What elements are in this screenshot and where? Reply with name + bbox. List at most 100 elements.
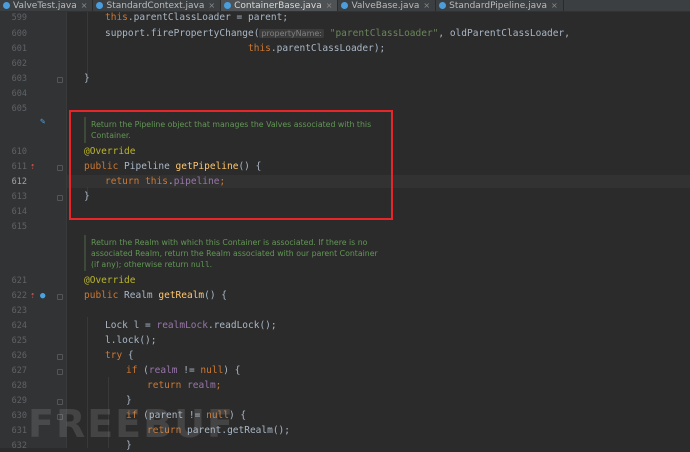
line-number: 630 [11,411,27,421]
line-number: 621 [11,276,27,286]
fold-marker[interactable] [57,195,63,201]
fold-marker[interactable] [57,354,63,360]
line-number: 631 [11,426,27,436]
editor-tab[interactable]: ContainerBase.java × [221,0,339,11]
code-text: support.firePropertyChange( [105,28,260,39]
java-class-file-icon [3,2,10,9]
line-number: 624 [11,321,27,331]
line-number-current: 612 [11,177,27,187]
java-class-file-icon [439,2,447,9]
code-text: .parentClassLoader); [270,43,386,54]
close-icon[interactable]: × [326,1,333,10]
code-text: { [122,350,134,361]
code-line-628: return realm; [147,380,221,392]
string-literal: "parentClassLoader" [329,28,439,39]
tab-label: ValveBase.java [351,0,420,11]
parameter-hint: propertyName: [259,29,324,38]
code-text: .readLock(); [207,320,277,331]
line-number: 614 [11,207,27,217]
close-icon[interactable]: × [423,1,430,10]
java-class-file-icon [96,2,104,9]
rendered-javadoc-getrealm: Return the Realm with which this Contain… [91,237,381,270]
code-text: != [177,365,201,376]
fold-marker[interactable] [57,369,63,375]
code-text: () { [204,290,228,301]
code-line-600: support.firePropertyChange(propertyName:… [105,28,570,40]
tab-label: StandardPipeline.java [449,0,548,11]
code-editor[interactable]: this.parentClassLoader = parent; support… [67,12,690,451]
editor-tab-bar: ValveTest.java × StandardContext.java × Cont… [0,0,690,12]
close-icon[interactable]: × [208,1,215,10]
code-line-626: try { [105,350,134,362]
code-line-627: if (realm != null) { [126,365,240,377]
line-number: 600 [11,29,27,39]
code-line-622: public Realm getRealm() { [84,290,227,302]
fold-marker[interactable] [57,77,63,83]
override-method-icon[interactable]: ⇡ [30,162,35,172]
line-number: 627 [11,366,27,376]
code-text: .parentClassLoader = parent; [127,12,289,23]
method-name: getRealm [158,290,205,301]
keyword: null [200,365,224,376]
line-number: 611 [11,162,27,172]
doc-text: . [209,260,213,269]
line-number: 622 [11,291,27,301]
editor-tab[interactable]: ValveBase.java × [338,0,437,11]
tab-label: ContainerBase.java [234,0,322,11]
tab-label: ValveTest.java [13,0,77,11]
line-number: 601 [11,44,27,54]
close-icon[interactable]: × [551,1,558,10]
line-number: 599 [11,13,27,23]
line-number: 625 [11,336,27,346]
highlight-box [69,110,393,220]
editor-tab[interactable]: StandardPipeline.java × [436,0,564,11]
code-line-599: this.parentClassLoader = parent; [105,12,288,24]
line-number: 615 [11,222,27,232]
watermark: FREEBUF [28,402,235,446]
line-number: 602 [11,59,27,69]
close-icon[interactable]: × [81,1,88,10]
doc-text: Return the Realm with which this Contain… [91,238,378,269]
code-text: ) { [223,365,241,376]
code-text: , oldParentClassLoader, [438,28,570,39]
code-text: ( [137,365,149,376]
code-line-625: l.lock(); [105,335,157,346]
code-line-603: } [84,73,90,84]
keyword: try [105,350,123,361]
line-number: 603 [11,74,27,84]
field-name: realm [148,365,178,376]
line-number: 604 [11,89,27,99]
code-text: Lock l = [105,320,157,331]
java-class-file-icon [341,2,349,9]
line-number: 628 [11,381,27,391]
keyword: this [248,43,271,54]
tab-label: StandardContext.java [106,0,205,11]
line-number: 632 [11,441,27,451]
keyword: public [84,290,119,301]
keyword: this [105,12,128,23]
fold-marker[interactable] [57,294,63,300]
line-number: 629 [11,396,27,406]
editor-tab[interactable]: StandardContext.java × [93,0,222,11]
doc-inline-code: null [190,260,210,269]
indent-guide [87,12,88,78]
field-name: realmLock [156,320,208,331]
doc-comment-bar [84,235,86,271]
override-method-icon[interactable]: ⇡ [30,291,35,301]
code-text: Realm [118,290,159,301]
editor-tab[interactable]: ValveTest.java × [0,0,94,11]
annotation-override: @Override [84,275,136,286]
code-line-624: Lock l = realmLock.readLock(); [105,320,277,332]
line-number: 626 [11,351,27,361]
line-number: 613 [11,192,27,202]
edit-doc-pencil-icon[interactable]: ✎ [40,117,45,127]
line-number: 623 [11,306,27,316]
implemented-method-icon[interactable]: ● [40,291,45,301]
keyword: return [147,380,182,391]
line-number: 605 [11,104,27,114]
code-line-601: this.parentClassLoader); [248,43,385,55]
fold-marker[interactable] [57,165,63,171]
keyword: if [126,365,138,376]
line-number: 610 [11,147,27,157]
java-class-file-icon [224,2,232,9]
